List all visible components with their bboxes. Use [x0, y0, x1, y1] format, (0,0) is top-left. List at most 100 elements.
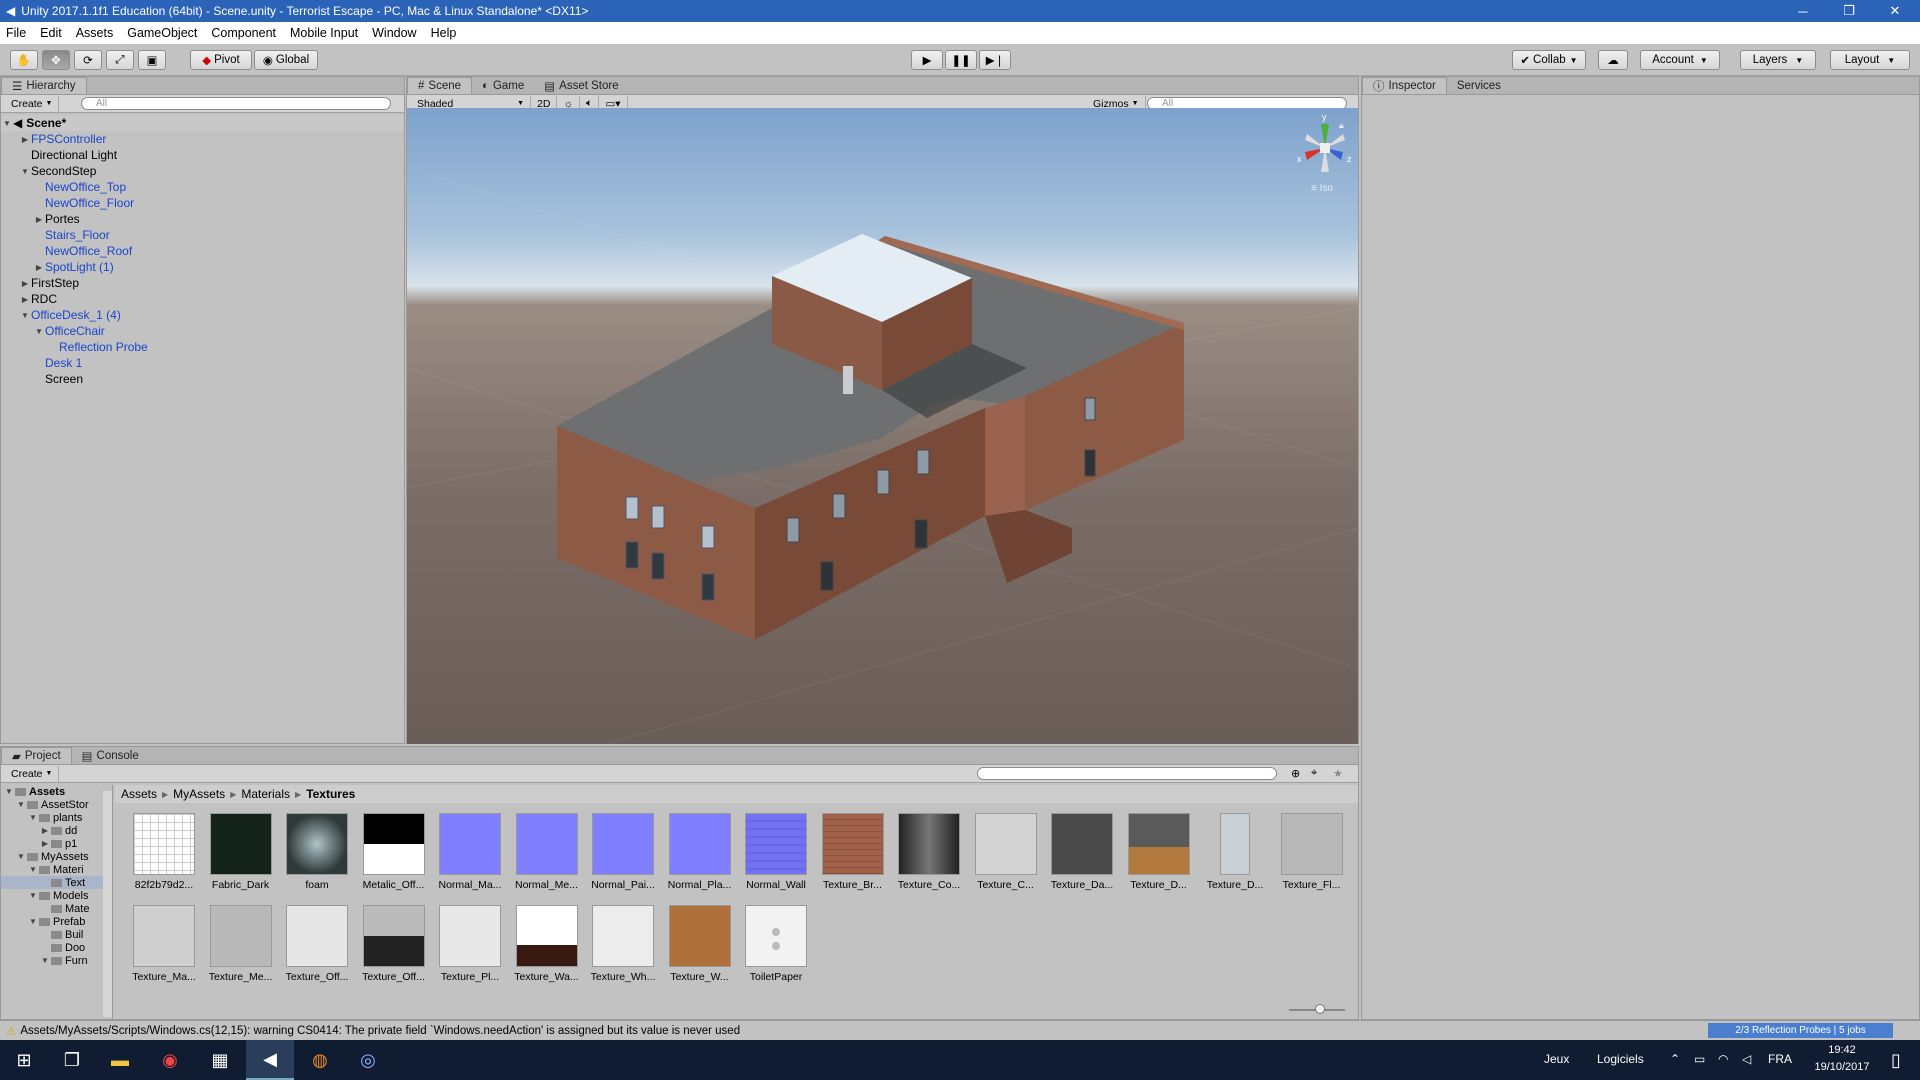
tab-game[interactable]: ◐ Game — [472, 77, 534, 94]
scene-gizmo[interactable]: y x z ≡ Iso — [1297, 112, 1353, 198]
tab-hierarchy[interactable]: ☰ Hierarchy — [1, 77, 87, 94]
asset-thumbnail[interactable] — [668, 905, 731, 967]
notifications-icon[interactable]: ▯ — [1872, 1040, 1920, 1080]
chevron-right-icon[interactable]: ▶ — [39, 839, 51, 848]
asset-thumbnail[interactable] — [133, 813, 195, 875]
tab-asset-store[interactable]: ▤ Asset Store — [534, 77, 628, 94]
iso-label[interactable]: ≡ Iso — [1311, 183, 1333, 194]
star-icon[interactable]: ★ — [1333, 767, 1343, 780]
volume-icon[interactable]: ◁ — [1742, 1052, 1751, 1066]
hierarchy-row[interactable]: NewOffice_Roof — [1, 243, 404, 259]
language-indicator[interactable]: FRA — [1768, 1052, 1792, 1066]
chevron-right-icon[interactable]: ▶ — [33, 215, 45, 224]
breadcrumb-materials[interactable]: Materials — [241, 787, 290, 801]
calculator-icon[interactable]: ▦ — [196, 1040, 244, 1080]
hierarchy-row[interactable]: ▼ SecondStep — [1, 163, 404, 179]
collab-button[interactable]: ✔ Collab ▼ — [1512, 50, 1586, 70]
project-tree-row[interactable]: Mate — [1, 902, 112, 915]
project-tree-row[interactable]: Text — [1, 876, 112, 889]
hierarchy-row[interactable]: ▶ Portes — [1, 211, 404, 227]
battery-icon[interactable]: ▭ — [1694, 1052, 1705, 1066]
layers-button[interactable]: Layers ▼ — [1740, 50, 1816, 70]
hierarchy-search-input[interactable]: All — [81, 97, 391, 110]
asset-thumbnail[interactable] — [286, 813, 348, 875]
tab-project[interactable]: ▰ Project — [1, 747, 72, 764]
tab-services[interactable]: Services — [1447, 77, 1511, 94]
asset-thumbnail[interactable] — [362, 905, 425, 967]
chevron-down-icon[interactable]: ▼ — [27, 813, 39, 822]
hierarchy-row[interactable]: Screen — [1, 371, 404, 387]
rect-tool-icon[interactable]: ▣ — [138, 50, 166, 70]
tab-scene[interactable]: # Scene — [407, 77, 473, 94]
asset-thumbnail[interactable] — [821, 813, 884, 875]
hierarchy-row[interactable]: Stairs_Floor — [1, 227, 404, 243]
project-tree-row[interactable]: ▼ Models — [1, 889, 112, 902]
scale-tool-icon[interactable]: ⤢ — [106, 50, 134, 70]
hierarchy-row[interactable]: ▼ OfficeDesk_1 (4) — [1, 307, 404, 323]
blender-icon[interactable]: ◍ — [296, 1040, 344, 1080]
hierarchy-row[interactable]: ▶ FPSController — [1, 131, 404, 147]
hierarchy-row[interactable]: ▶ SpotLight (1) — [1, 259, 404, 275]
asset-thumbnail[interactable] — [745, 813, 807, 875]
menu-window[interactable]: Window — [372, 26, 416, 40]
project-tree-row[interactable]: ▼ plants — [1, 811, 112, 824]
menu-gameobject[interactable]: GameObject — [127, 26, 197, 40]
chevron-down-icon[interactable]: ▼ — [27, 917, 39, 926]
asset-thumbnail[interactable] — [362, 813, 425, 875]
restore-icon[interactable]: ❐ — [1826, 0, 1872, 22]
clock-time[interactable]: 19:42 — [1812, 1044, 1872, 1056]
zoom-slider-thumb[interactable] — [1315, 1004, 1325, 1014]
chevron-right-icon[interactable]: ▶ — [19, 135, 31, 144]
hierarchy-row[interactable]: ▼ OfficeChair — [1, 323, 404, 339]
project-tree-row[interactable]: ▼ Assets — [1, 785, 112, 798]
tab-inspector[interactable]: ⓘ Inspector — [1362, 77, 1447, 94]
chrome-icon[interactable]: ◉ — [146, 1040, 194, 1080]
project-tree-row[interactable]: Doo — [1, 941, 112, 954]
asset-thumbnail[interactable] — [1280, 813, 1343, 875]
breadcrumb-myassets[interactable]: MyAssets — [173, 787, 225, 801]
global-button[interactable]: ◉ Global — [254, 50, 318, 70]
step-button[interactable]: ▶❘ — [979, 50, 1011, 70]
chevron-right-icon[interactable]: ▶ — [39, 826, 51, 835]
minimize-icon[interactable]: ─ — [1780, 0, 1826, 22]
layout-button[interactable]: Layout ▼ — [1830, 50, 1910, 70]
asset-thumbnail[interactable] — [592, 813, 654, 875]
chevron-down-icon[interactable]: ▼ — [15, 800, 27, 809]
menu-edit[interactable]: Edit — [40, 26, 62, 40]
asset-thumbnail[interactable] — [1204, 813, 1266, 875]
project-tree-row[interactable]: ▼ Furn — [1, 954, 112, 967]
toolbar-logiciels[interactable]: Logiciels — [1597, 1052, 1644, 1066]
breadcrumb-assets[interactable]: Assets — [121, 787, 157, 801]
chevron-down-icon[interactable]: ▼ — [39, 956, 51, 965]
hierarchy-row[interactable]: Reflection Probe — [1, 339, 404, 355]
chevron-down-icon[interactable]: ▼ — [15, 852, 27, 861]
project-tree-row[interactable]: ▼ AssetStor — [1, 798, 112, 811]
menu-file[interactable]: File — [6, 26, 26, 40]
asset-thumbnail[interactable] — [592, 905, 654, 967]
project-tree-row[interactable]: ▶ dd — [1, 824, 112, 837]
cloud-icon[interactable]: ☁ — [1598, 50, 1628, 70]
chevron-down-icon[interactable]: ▼ — [27, 865, 39, 874]
chevron-down-icon[interactable]: ▼ — [3, 787, 15, 796]
project-tree-row[interactable]: ▶ p1 — [1, 837, 112, 850]
asset-thumbnail[interactable] — [133, 905, 195, 967]
chevron-down-icon[interactable]: ▼ — [33, 327, 45, 336]
wifi-icon[interactable]: ◠ — [1718, 1052, 1728, 1066]
asset-thumbnail[interactable] — [515, 813, 578, 875]
tab-console[interactable]: ▤ Console — [72, 747, 149, 764]
label-icon[interactable]: ⌖ — [1311, 767, 1317, 780]
move-tool-icon[interactable]: ✥ — [42, 50, 70, 70]
close-icon[interactable]: ✕ — [1872, 0, 1918, 22]
project-tree-row[interactable]: ▼ MyAssets — [1, 850, 112, 863]
asset-thumbnail[interactable] — [1051, 813, 1113, 875]
chevron-down-icon[interactable]: ▼ — [27, 891, 39, 900]
hierarchy-row[interactable]: NewOffice_Top — [1, 179, 404, 195]
project-tree-row[interactable]: ▼ Materi — [1, 863, 112, 876]
project-tree-row[interactable]: Buil — [1, 928, 112, 941]
chevron-down-icon[interactable]: ▼ — [19, 311, 31, 320]
project-search-input[interactable] — [977, 767, 1277, 780]
file-explorer-icon[interactable]: ▬ — [96, 1040, 144, 1080]
rotate-tool-icon[interactable]: ⟳ — [74, 50, 102, 70]
hierarchy-row[interactable]: ▶ FirstStep — [1, 275, 404, 291]
project-tree-row[interactable]: ▼ Prefab — [1, 915, 112, 928]
